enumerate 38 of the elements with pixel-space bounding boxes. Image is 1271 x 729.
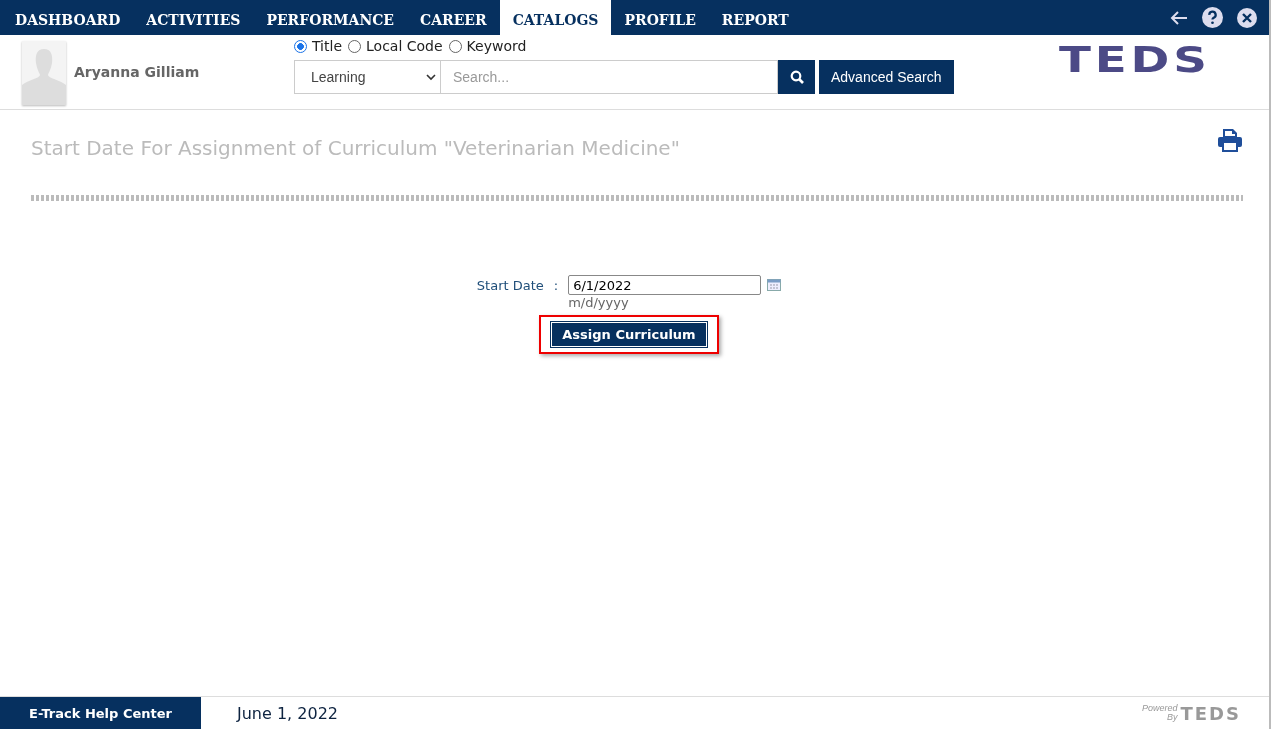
back-arrow-icon[interactable]	[1170, 9, 1188, 26]
search-field[interactable]: Search...	[441, 60, 778, 94]
user-name: Aryanna Gilliam	[74, 64, 201, 80]
radio-label: Keyword	[466, 38, 527, 54]
radio-label: Title	[312, 38, 342, 54]
logo: TEDS	[1058, 39, 1211, 80]
nav-tab[interactable]: ACTIVITIES	[133, 0, 254, 35]
page-title: Start Date For Assignment of Curriculum "Veterinarian Medicine"	[31, 136, 680, 160]
print-icon[interactable]	[1217, 128, 1243, 152]
date-field[interactable]: 6/1/2022	[568, 275, 762, 295]
nav-tab[interactable]: CATALOGS	[499, 0, 612, 35]
radio-button[interactable]	[448, 39, 462, 53]
advanced-search-button[interactable]: Advanced Search	[819, 60, 954, 94]
nav-tab[interactable]: PROFILE	[611, 0, 709, 35]
nav-tab[interactable]: CAREER	[407, 0, 500, 35]
radio-button[interactable]	[294, 39, 307, 53]
by-text: By	[1167, 713, 1178, 722]
field-label: Start Date	[476, 277, 544, 293]
calendar-icon[interactable]	[767, 279, 782, 291]
help-icon[interactable]	[1202, 7, 1223, 28]
assign-curriculum-button[interactable]: Assign Curriculum	[551, 322, 707, 347]
nav-tab[interactable]: PERFORMANCE	[253, 0, 407, 35]
label-colon: :	[553, 277, 559, 293]
radio-button[interactable]	[348, 39, 361, 53]
help-center-link[interactable]: E-Track Help Center	[0, 697, 201, 729]
search-icon	[789, 70, 804, 84]
footer-logo: TEDS	[1180, 702, 1241, 724]
footer-date: June 1, 2022	[237, 703, 338, 723]
nav-tab[interactable]: REPORT	[708, 0, 802, 35]
nav-tab[interactable]: DASHBOARD	[2, 0, 134, 35]
search-button[interactable]	[778, 60, 815, 94]
category-dropdown[interactable]: Learning	[294, 60, 441, 94]
close-icon[interactable]	[1237, 7, 1257, 28]
date-format-hint: m/d/yyyy	[568, 295, 630, 310]
radio-label: Local Code	[366, 38, 443, 54]
powered-text: Powered	[1142, 704, 1178, 713]
avatar-icon	[22, 41, 66, 105]
chevron-down-icon	[426, 73, 436, 81]
